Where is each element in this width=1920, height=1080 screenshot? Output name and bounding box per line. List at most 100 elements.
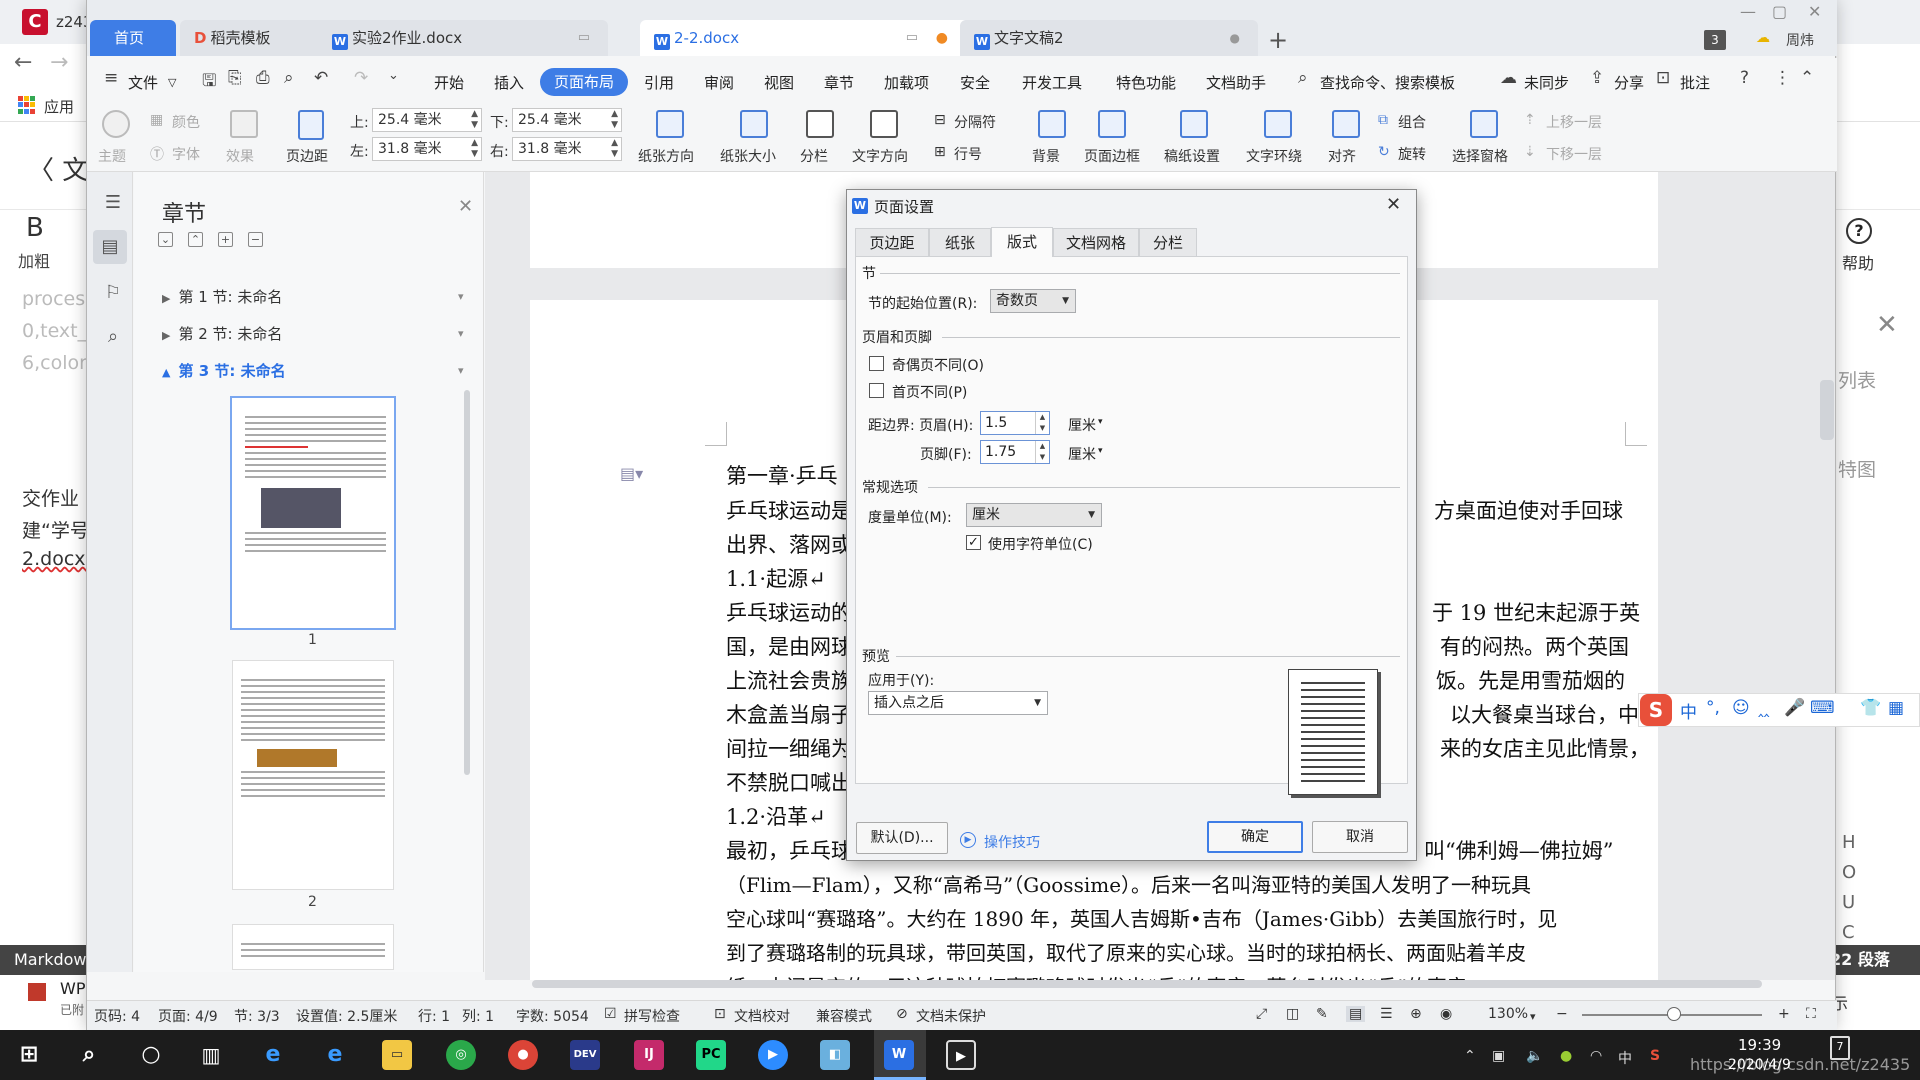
help-icon[interactable]: ? bbox=[1846, 218, 1872, 244]
right-margin-input[interactable]: 31.8 毫米 ▲ ▼ bbox=[512, 137, 622, 161]
zoom-dropdown-icon[interactable]: ▾ bbox=[1530, 1010, 1536, 1023]
spin-arrows-icon[interactable]: ▲ ▼ bbox=[1035, 441, 1049, 463]
effects-button[interactable]: 效果 bbox=[226, 146, 254, 166]
left-margin-input[interactable]: 31.8 毫米 ▲ ▼ bbox=[372, 137, 482, 161]
ie-icon[interactable]: e bbox=[258, 1040, 288, 1070]
line-numbers-button[interactable]: 行号 bbox=[954, 144, 982, 164]
more-options-icon[interactable]: ⋮ bbox=[1774, 68, 1791, 88]
ime-chinese-mode[interactable]: 中 bbox=[1680, 698, 1697, 723]
colors-button[interactable]: 颜色 bbox=[172, 112, 200, 132]
footer-distance-input[interactable]: 1.75 ▲ ▼ bbox=[980, 440, 1050, 464]
taskbar-ime-indicator[interactable]: 中 bbox=[1618, 1048, 1632, 1068]
tab-doc-grid[interactable]: 文档网格 bbox=[1053, 228, 1139, 256]
text-direction-icon[interactable] bbox=[870, 110, 898, 138]
ime-skin-icon[interactable]: ‸‸ bbox=[1758, 698, 1770, 718]
web-view-icon[interactable]: ⊕ bbox=[1410, 1006, 1422, 1022]
wifi-icon[interactable]: ◠ bbox=[1590, 1048, 1602, 1064]
new-tab-icon[interactable]: + bbox=[1268, 26, 1288, 54]
tips-link[interactable]: 操作技巧 bbox=[984, 832, 1040, 852]
collapse-ribbon-icon[interactable]: ⌃ bbox=[1800, 68, 1814, 88]
ime-voice-icon[interactable]: 🎤 bbox=[1784, 698, 1805, 718]
section-dropdown-icon[interactable]: ▾ bbox=[458, 364, 464, 377]
pycharm-icon[interactable]: PC bbox=[696, 1040, 726, 1070]
sync-status[interactable]: 未同步 bbox=[1524, 72, 1569, 93]
sogou-ime-logo-icon[interactable]: S bbox=[1640, 694, 1672, 726]
quick-access-dropdown-icon[interactable]: ⌄ bbox=[388, 68, 399, 83]
browser-forward-icon[interactable]: → bbox=[50, 50, 68, 75]
odd-even-label[interactable]: 奇偶页不同(O) bbox=[892, 355, 984, 375]
section-item-3[interactable]: ▲ 第 3 节: 未命名 bbox=[162, 360, 286, 381]
cloud-sync-icon[interactable]: ☁ bbox=[1500, 68, 1517, 88]
status-word-count[interactable]: 字数: 5054 bbox=[516, 1006, 589, 1026]
menu-references[interactable]: 引用 bbox=[644, 72, 674, 93]
unit-dropdown-icon[interactable]: ▾ bbox=[1098, 417, 1103, 427]
breaks-button[interactable]: 分隔符 bbox=[954, 112, 996, 132]
cortana-icon[interactable]: ○ bbox=[136, 1040, 166, 1070]
notification-card[interactable]: WP 已附 bbox=[0, 975, 88, 1030]
fonts-button[interactable]: 字体 bbox=[172, 144, 200, 164]
proofread-icon[interactable]: ⊡ bbox=[714, 1006, 726, 1022]
align-icon[interactable] bbox=[1332, 110, 1360, 138]
menu-doc-assistant[interactable]: 文档助手 bbox=[1206, 72, 1266, 93]
user-name[interactable]: 周炜 bbox=[1786, 30, 1814, 50]
bookmark-icon[interactable]: ⚐ bbox=[100, 280, 126, 306]
spin-arrows-icon[interactable]: ▲ ▼ bbox=[611, 138, 618, 160]
tray-expand-icon[interactable]: ⌃ bbox=[1464, 1048, 1476, 1064]
tray-app-icon[interactable]: ● bbox=[1560, 1048, 1572, 1064]
page-thumbnail-3[interactable] bbox=[232, 924, 394, 970]
bookmarks-apps-label[interactable]: 应用 bbox=[44, 96, 74, 117]
status-page-number[interactable]: 页码: 4 bbox=[94, 1006, 140, 1026]
apply-to-select[interactable]: 插入点之后 ▼ bbox=[868, 691, 1048, 715]
outline-view-icon[interactable]: ☰ bbox=[1380, 1006, 1393, 1022]
margins-icon[interactable] bbox=[298, 110, 324, 140]
unit-dropdown-icon[interactable]: ▾ bbox=[1098, 446, 1103, 456]
vertical-scrollbar[interactable] bbox=[1820, 380, 1834, 440]
menu-review[interactable]: 审阅 bbox=[704, 72, 734, 93]
share-button[interactable]: 分享 bbox=[1614, 72, 1644, 93]
paper-settings-icon[interactable] bbox=[1180, 110, 1208, 138]
menu-features[interactable]: 特色功能 bbox=[1116, 72, 1176, 93]
protect-status[interactable]: 文档未保护 bbox=[916, 1006, 986, 1026]
zoom-out-icon[interactable]: − bbox=[1556, 1006, 1568, 1022]
effects-icon[interactable] bbox=[230, 110, 258, 138]
horizontal-scrollbar[interactable] bbox=[532, 980, 1762, 988]
status-row[interactable]: 行: 1 bbox=[418, 1006, 450, 1026]
orientation-button[interactable]: 纸张方向 bbox=[638, 146, 694, 166]
margins-button[interactable]: 页边距 bbox=[286, 146, 328, 166]
paper-settings-button[interactable]: 稿纸设置 bbox=[1164, 146, 1220, 166]
sogou-tray-icon[interactable]: S bbox=[1650, 1048, 1660, 1064]
spell-check-button[interactable]: 拼写检查 bbox=[624, 1006, 680, 1026]
user-avatar-icon[interactable]: ☁ bbox=[1756, 30, 1770, 46]
menu-security[interactable]: 安全 bbox=[960, 72, 990, 93]
zoom-slider-knob[interactable] bbox=[1667, 1007, 1681, 1021]
menu-developer[interactable]: 开发工具 bbox=[1022, 72, 1082, 93]
theme-button[interactable]: 主题 bbox=[98, 146, 126, 166]
write-mode-icon[interactable]: ✎ bbox=[1316, 1006, 1328, 1022]
align-button[interactable]: 对齐 bbox=[1328, 146, 1356, 166]
tab-doc-2-2[interactable]: W 2-2.docx ▭ ● bbox=[640, 20, 970, 56]
tab-doc-experiment2[interactable]: W 实验2作业.docx ▭ bbox=[318, 20, 608, 56]
spin-arrows-icon[interactable]: ▲ ▼ bbox=[471, 138, 478, 160]
tab-home[interactable]: 首页 bbox=[90, 20, 176, 56]
group-icon[interactable]: ⧉ bbox=[1378, 112, 1388, 128]
volume-icon[interactable]: 🔈 bbox=[1526, 1048, 1543, 1064]
spell-check-icon[interactable]: ☑ bbox=[604, 1006, 617, 1022]
redo-icon[interactable]: ↷ bbox=[354, 68, 368, 88]
zoom-app-icon[interactable]: ▶ bbox=[758, 1040, 788, 1070]
undo-icon[interactable]: ↶ bbox=[314, 68, 328, 88]
fit-window-icon[interactable]: ⛶ bbox=[1806, 1006, 1816, 1022]
cancel-button[interactable]: 取消 bbox=[1312, 821, 1408, 853]
section-start-select[interactable]: 奇数页 ▼ bbox=[990, 289, 1076, 313]
bold-icon[interactable]: B bbox=[26, 213, 44, 243]
search-icon[interactable]: ⌕ bbox=[1298, 68, 1308, 88]
section-item-2[interactable]: ▶ 第 2 节: 未命名 bbox=[162, 323, 282, 344]
protect-icon[interactable]: ⊘ bbox=[896, 1006, 908, 1022]
add-section-icon[interactable]: + bbox=[218, 232, 233, 247]
tab-doc-text2[interactable]: W 文字文稿2 ● bbox=[960, 20, 1258, 56]
section-item-1[interactable]: ▶ 第 1 节: 未命名 bbox=[162, 286, 282, 307]
fullscreen-icon[interactable]: ⤢ bbox=[1256, 1006, 1267, 1022]
output-pdf-icon[interactable]: ⎘ bbox=[228, 68, 242, 88]
columns-button[interactable]: 分栏 bbox=[800, 146, 828, 166]
read-mode-icon[interactable]: ◫ bbox=[1286, 1006, 1299, 1022]
collapse-all-icon[interactable]: ⌃ bbox=[188, 232, 203, 247]
